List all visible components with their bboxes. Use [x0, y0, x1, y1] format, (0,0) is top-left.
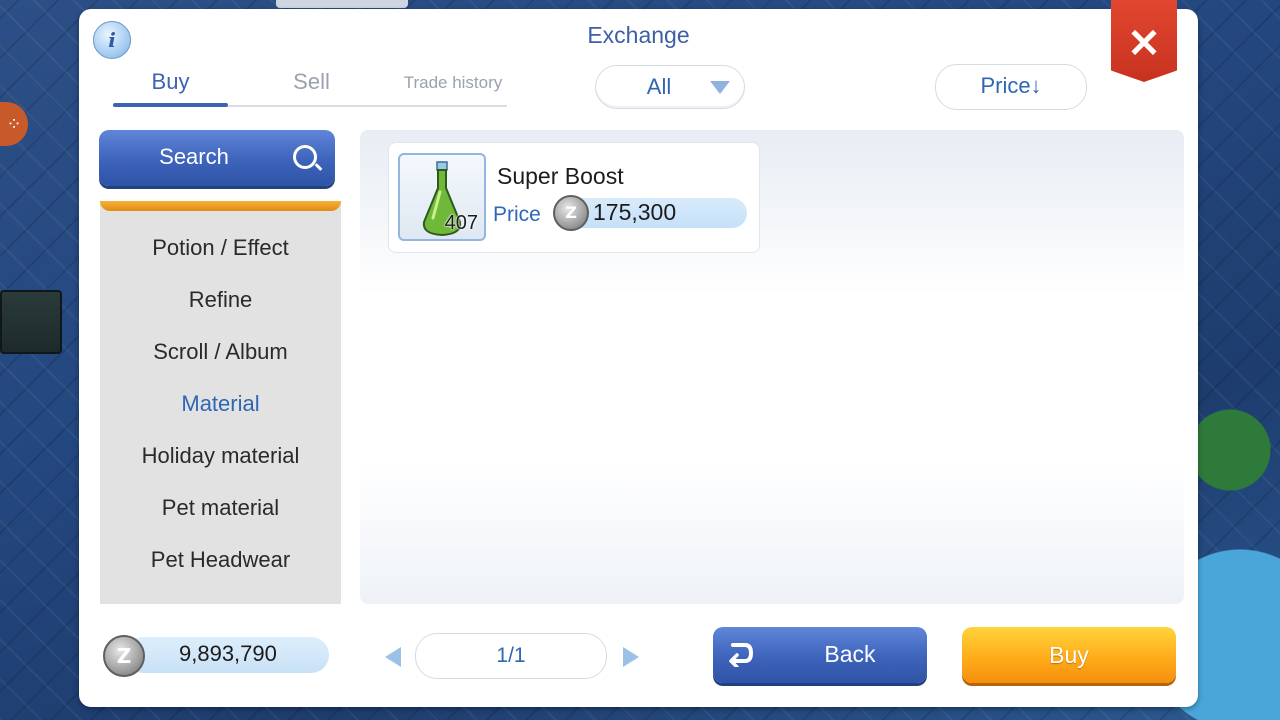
sort-price-button[interactable]: Price↓	[935, 64, 1087, 110]
close-icon[interactable]: ✕	[1111, 0, 1177, 82]
category-list[interactable]: Potion / Effect Refine Scroll / Album Ma…	[100, 201, 341, 604]
tab-active-indicator	[113, 103, 228, 107]
tab-buy[interactable]: Buy	[113, 69, 228, 95]
zeny-balance: 9,893,790	[179, 641, 277, 666]
back-arrow-icon	[729, 643, 753, 667]
back-button-label: Back	[824, 641, 876, 667]
exchange-window: i Exchange Buy Sell Trade history All Pr…	[79, 0, 1198, 707]
prev-page-icon[interactable]	[385, 647, 401, 667]
filter-selected-value: All	[646, 74, 672, 99]
background-menu-icon: ⁘	[0, 102, 28, 146]
search-icon	[293, 145, 317, 169]
category-material[interactable]: Material	[100, 391, 341, 417]
category-filter-dropdown[interactable]: All	[595, 65, 745, 109]
listing-area: 407 Super Boost Price Z 175,300	[360, 130, 1184, 604]
item-name: Super Boost	[497, 163, 624, 189]
item-quantity: 407	[444, 212, 478, 234]
search-button-label: Search	[159, 144, 229, 169]
tab-sell[interactable]: Sell	[254, 69, 369, 95]
window-title: Exchange	[587, 22, 690, 48]
category-pet-headwear[interactable]: Pet Headwear	[100, 547, 341, 573]
back-button[interactable]: Back	[713, 627, 927, 683]
search-button[interactable]: Search	[99, 130, 335, 186]
listing-card[interactable]: 407 Super Boost Price Z 175,300	[388, 142, 760, 253]
category-holiday-material[interactable]: Holiday material	[100, 443, 341, 469]
background-chest	[0, 290, 62, 354]
category-scroll-album[interactable]: Scroll / Album	[100, 339, 341, 365]
price-label: Price	[493, 203, 541, 226]
page-indicator: 1/1	[415, 633, 607, 679]
zeny-coin-icon: Z	[553, 195, 589, 231]
item-price: 175,300	[593, 199, 677, 225]
item-slot: 407	[398, 153, 486, 241]
zeny-coin-icon: Z	[103, 635, 145, 677]
buy-button[interactable]: Buy	[962, 627, 1176, 683]
dropdown-caret-icon	[710, 81, 730, 94]
category-refine[interactable]: Refine	[100, 287, 341, 313]
category-list-header-bar	[100, 201, 341, 211]
tab-trade-history[interactable]: Trade history	[379, 73, 527, 93]
background-item-shop-tab	[276, 0, 408, 8]
category-pet-material[interactable]: Pet material	[100, 495, 341, 521]
next-page-icon[interactable]	[623, 647, 639, 667]
category-potion-effect[interactable]: Potion / Effect	[100, 235, 341, 261]
